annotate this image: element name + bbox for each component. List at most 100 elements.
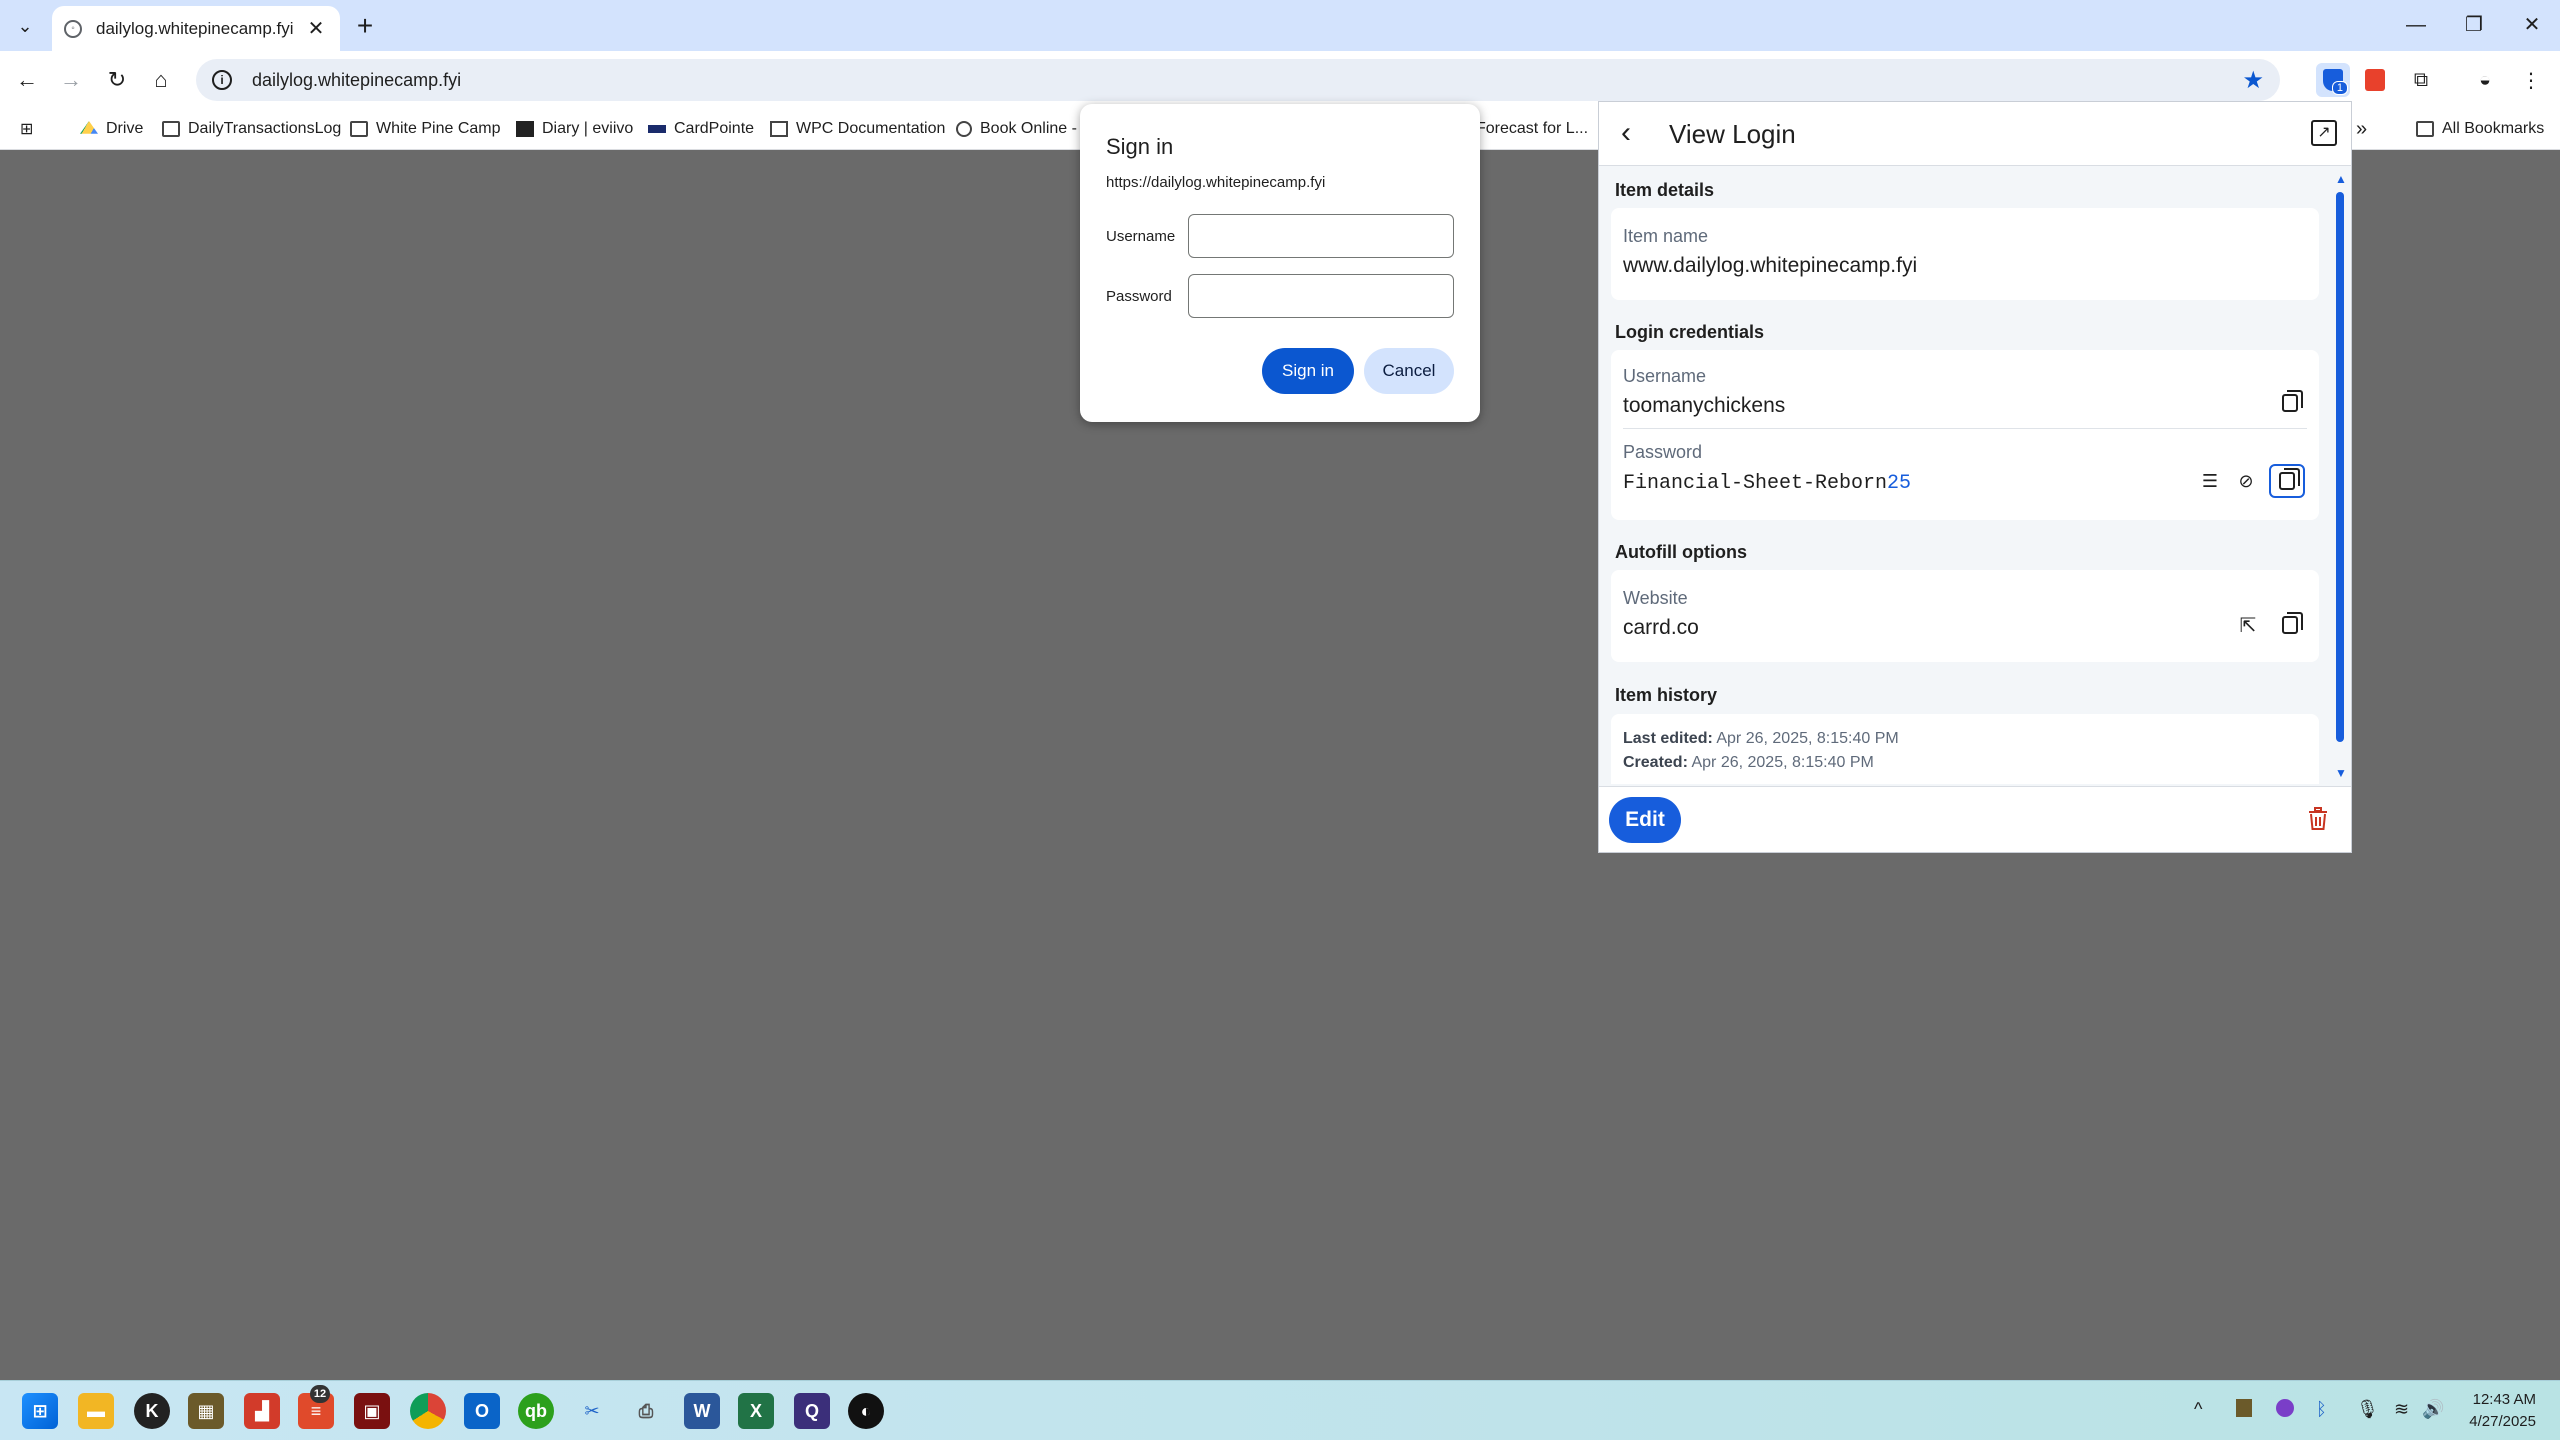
volume-icon[interactable]: 🔊 <box>2422 1399 2444 1420</box>
bookmark-diary-eviivo[interactable]: Diary | eviivo <box>516 114 633 144</box>
item-name-value[interactable]: www.dailylog.whitepinecamp.fyi <box>1623 254 1917 278</box>
apps-grid-icon[interactable]: ⊞ <box>20 114 33 144</box>
outlook-icon[interactable]: O <box>464 1393 500 1429</box>
scroll-down-icon[interactable]: ▼ <box>2335 766 2347 780</box>
close-tab-icon[interactable]: ✕ <box>304 16 328 41</box>
wifi-icon[interactable]: ≋ <box>2394 1399 2409 1420</box>
password-value[interactable]: Financial-Sheet-Reborn25 <box>1623 472 1911 495</box>
folder-icon <box>2416 121 2434 137</box>
scroll-up-icon[interactable]: ▲ <box>2335 172 2347 186</box>
app-red-icon[interactable]: ▣ <box>354 1393 390 1429</box>
snipping-tool-icon[interactable]: ✂ <box>574 1393 610 1429</box>
folder-icon <box>350 121 368 137</box>
system-clock[interactable]: 12:43 AM 4/27/2025 <box>2469 1389 2536 1433</box>
website-value[interactable]: carrd.co <box>1623 616 1699 640</box>
address-bar[interactable]: i dailylog.whitepinecamp.fyi ★ <box>196 59 2280 101</box>
last-edited-row: Last edited: Apr 26, 2025, 8:15:40 PM <box>1623 730 1899 748</box>
trash-icon[interactable] <box>2307 807 2329 831</box>
password-letters: Financial-Sheet-Reborn <box>1623 472 1888 495</box>
website-label: Website <box>1623 588 1688 608</box>
copy-icon <box>2282 390 2303 412</box>
pdf-extension-button[interactable] <box>2358 63 2392 97</box>
bookmarks-overflow-chevron-icon[interactable]: » <box>2356 114 2367 144</box>
document-icon <box>770 121 788 137</box>
globe-icon: ◦ <box>64 19 82 38</box>
reload-icon[interactable]: ↻ <box>100 63 134 97</box>
file-explorer-icon[interactable]: ▬ <box>78 1393 114 1429</box>
browser-tab[interactable]: ◦ dailylog.whitepinecamp.fyi ✕ <box>52 6 340 51</box>
cancel-button[interactable]: Cancel <box>1364 348 1454 394</box>
tab-strip: ⌄ ◦ dailylog.whitepinecamp.fyi ✕ + — ❐ ✕ <box>0 0 2560 51</box>
item-history-card: Last edited: Apr 26, 2025, 8:15:40 PM Cr… <box>1611 714 2319 784</box>
username-value[interactable]: toomanychickens <box>1623 394 1785 418</box>
copy-website-icon[interactable] <box>2275 610 2305 640</box>
edit-button[interactable]: Edit <box>1609 797 1681 843</box>
bookmark-white-pine-camp[interactable]: White Pine Camp <box>350 114 501 144</box>
bookmark-dailytransactionslog[interactable]: DailyTransactionsLog <box>162 114 341 144</box>
bookmark-label: CardPointe <box>674 120 755 137</box>
bookmark-wpc-documentation[interactable]: WPC Documentation <box>770 114 945 144</box>
bookmark-drive[interactable]: Drive <box>80 114 143 144</box>
quickbooks-icon[interactable]: qb <box>518 1393 554 1429</box>
extensions-puzzle-icon[interactable]: ⧉ <box>2404 63 2438 97</box>
close-window-icon[interactable]: ✕ <box>2502 8 2560 42</box>
tray-app-icon[interactable] <box>2236 1399 2252 1417</box>
bookmark-label: WPC Documentation <box>796 120 946 137</box>
microphone-icon[interactable]: 🎙 <box>2356 1399 2379 1420</box>
show-hidden-icons-chevron[interactable]: ^ <box>2194 1399 2202 1420</box>
sign-in-dialog: Sign in https://dailylog.whitepinecamp.f… <box>1080 104 1480 422</box>
password-digits: 25 <box>1887 472 1912 495</box>
copy-password-icon[interactable] <box>2269 464 2305 498</box>
chrome-icon[interactable] <box>410 1393 446 1429</box>
password-label: Password <box>1623 442 1703 462</box>
popup-scrollbar[interactable]: ▲ ▼ <box>2335 172 2347 782</box>
eye-slash-icon[interactable]: ⊘ <box>2231 466 2261 496</box>
bluetooth-icon[interactable]: ᛒ <box>2316 1399 2327 1420</box>
tray-app-purple-icon[interactable] <box>2276 1399 2294 1417</box>
minimize-icon[interactable]: — <box>2386 8 2446 42</box>
created-row: Created: Apr 26, 2025, 8:15:40 PM <box>1623 754 1874 772</box>
autofill-options-card: Website carrd.co ⇱ <box>1611 570 2319 662</box>
bookmark-book-online[interactable]: Book Online - <box>956 114 1077 144</box>
scrollbar-thumb[interactable] <box>2336 192 2344 742</box>
bitwarden-extension-button[interactable]: 1 <box>2316 63 2350 97</box>
app-q-icon[interactable]: Q <box>794 1393 830 1429</box>
username-label: Username <box>1623 366 1707 386</box>
new-tab-button[interactable]: + <box>350 12 380 42</box>
bookmark-forecast[interactable]: Forecast for L... <box>1476 114 1588 144</box>
clock-date: 4/27/2025 <box>2469 1413 2536 1430</box>
app-grid-icon[interactable]: ▦ <box>188 1393 224 1429</box>
site-info-icon[interactable]: i <box>212 70 232 90</box>
home-icon[interactable]: ⌂ <box>144 63 178 97</box>
copy-username-icon[interactable] <box>2275 388 2305 418</box>
address-url[interactable]: dailylog.whitepinecamp.fyi <box>252 70 2242 91</box>
restore-icon[interactable]: ❐ <box>2444 8 2504 42</box>
item-details-heading: Item details <box>1615 180 1715 200</box>
excel-icon[interactable]: X <box>738 1393 774 1429</box>
word-icon[interactable]: W <box>684 1393 720 1429</box>
back-arrow-icon[interactable]: ← <box>10 63 44 97</box>
username-input[interactable] <box>1188 214 1454 258</box>
popout-window-icon[interactable]: ↗ <box>2311 120 2337 146</box>
launch-external-icon[interactable]: ⇱ <box>2233 610 2263 640</box>
bookmark-star-icon[interactable]: ★ <box>2242 66 2264 95</box>
pdf-extension-icon <box>2365 69 2385 91</box>
app-dark-icon[interactable]: ◐ <box>848 1393 884 1429</box>
app-chart-icon[interactable]: ▟ <box>244 1393 280 1429</box>
windows-start-icon[interactable]: ⊞ <box>22 1393 58 1429</box>
bookmark-label: Forecast for L... <box>1476 120 1589 137</box>
drive-icon <box>80 121 98 134</box>
app-k-icon[interactable]: K <box>134 1393 170 1429</box>
bookmark-cardpointe[interactable]: CardPointe <box>648 114 754 144</box>
back-chevron-icon[interactable]: ‹ <box>1621 116 1631 150</box>
tab-search-chevron-icon[interactable]: ⌄ <box>10 12 40 40</box>
more-menu-icon[interactable]: ⋮ <box>2514 63 2548 97</box>
forward-arrow-icon[interactable]: → <box>54 63 88 97</box>
check-password-list-icon[interactable]: ☰ <box>2195 466 2225 496</box>
printer-icon[interactable]: ⎙ <box>628 1393 664 1429</box>
password-input[interactable] <box>1188 274 1454 318</box>
bitwarden-header: ‹ View Login ↗ <box>1599 102 2351 166</box>
all-bookmarks[interactable]: All Bookmarks <box>2416 114 2544 144</box>
profile-avatar-icon[interactable]: ◒ <box>2468 63 2502 97</box>
sign-in-button[interactable]: Sign in <box>1262 348 1354 394</box>
